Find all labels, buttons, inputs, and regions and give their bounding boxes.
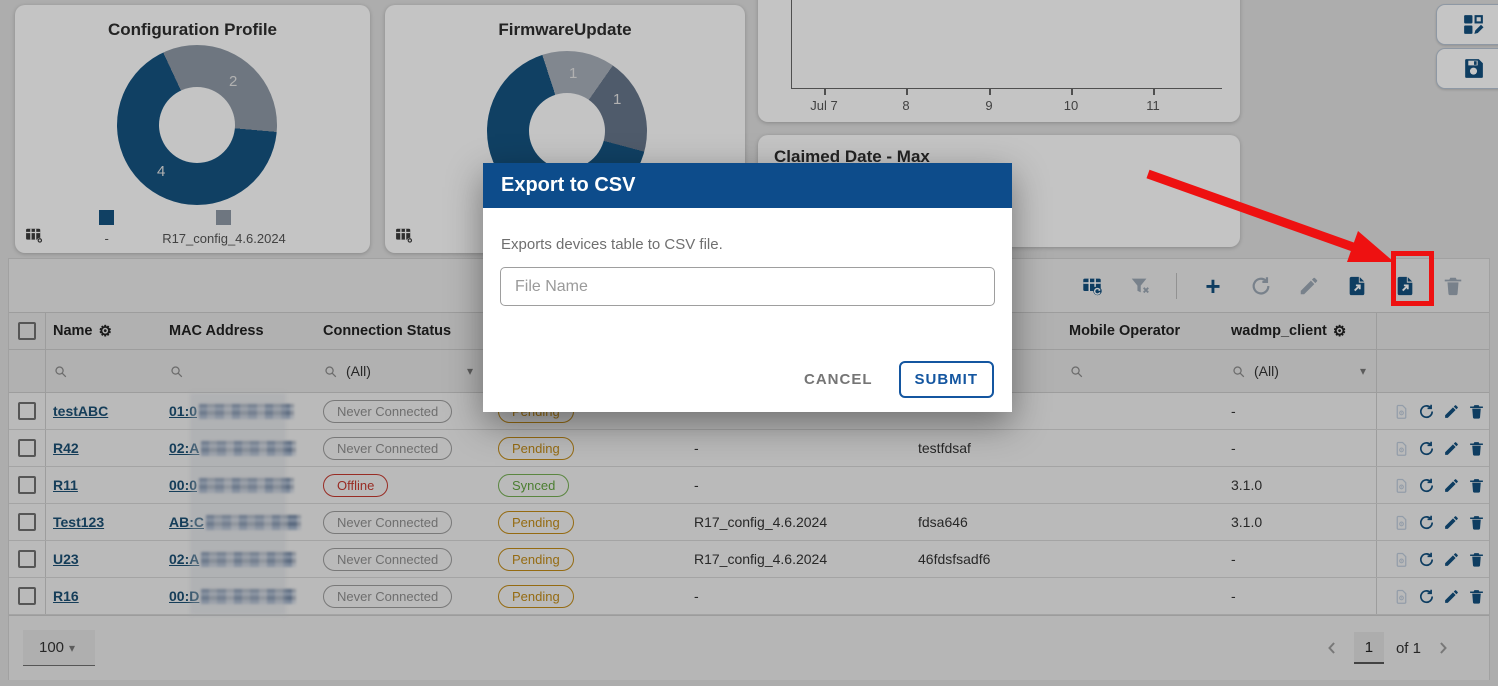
cancel-button[interactable]: CANCEL	[804, 371, 873, 388]
dialog-description: Exports devices table to CSV file.	[501, 236, 994, 253]
submit-button[interactable]: SUBMIT	[899, 361, 995, 398]
dialog-header: Export to CSV	[483, 163, 1012, 208]
export-csv-dialog: Export to CSV Exports devices table to C…	[483, 163, 1012, 412]
file-name-input[interactable]	[500, 267, 995, 306]
dialog-title: Export to CSV	[501, 174, 635, 197]
device-management-page: Configuration Profile 2 4 - R17_config_4…	[0, 0, 1498, 686]
